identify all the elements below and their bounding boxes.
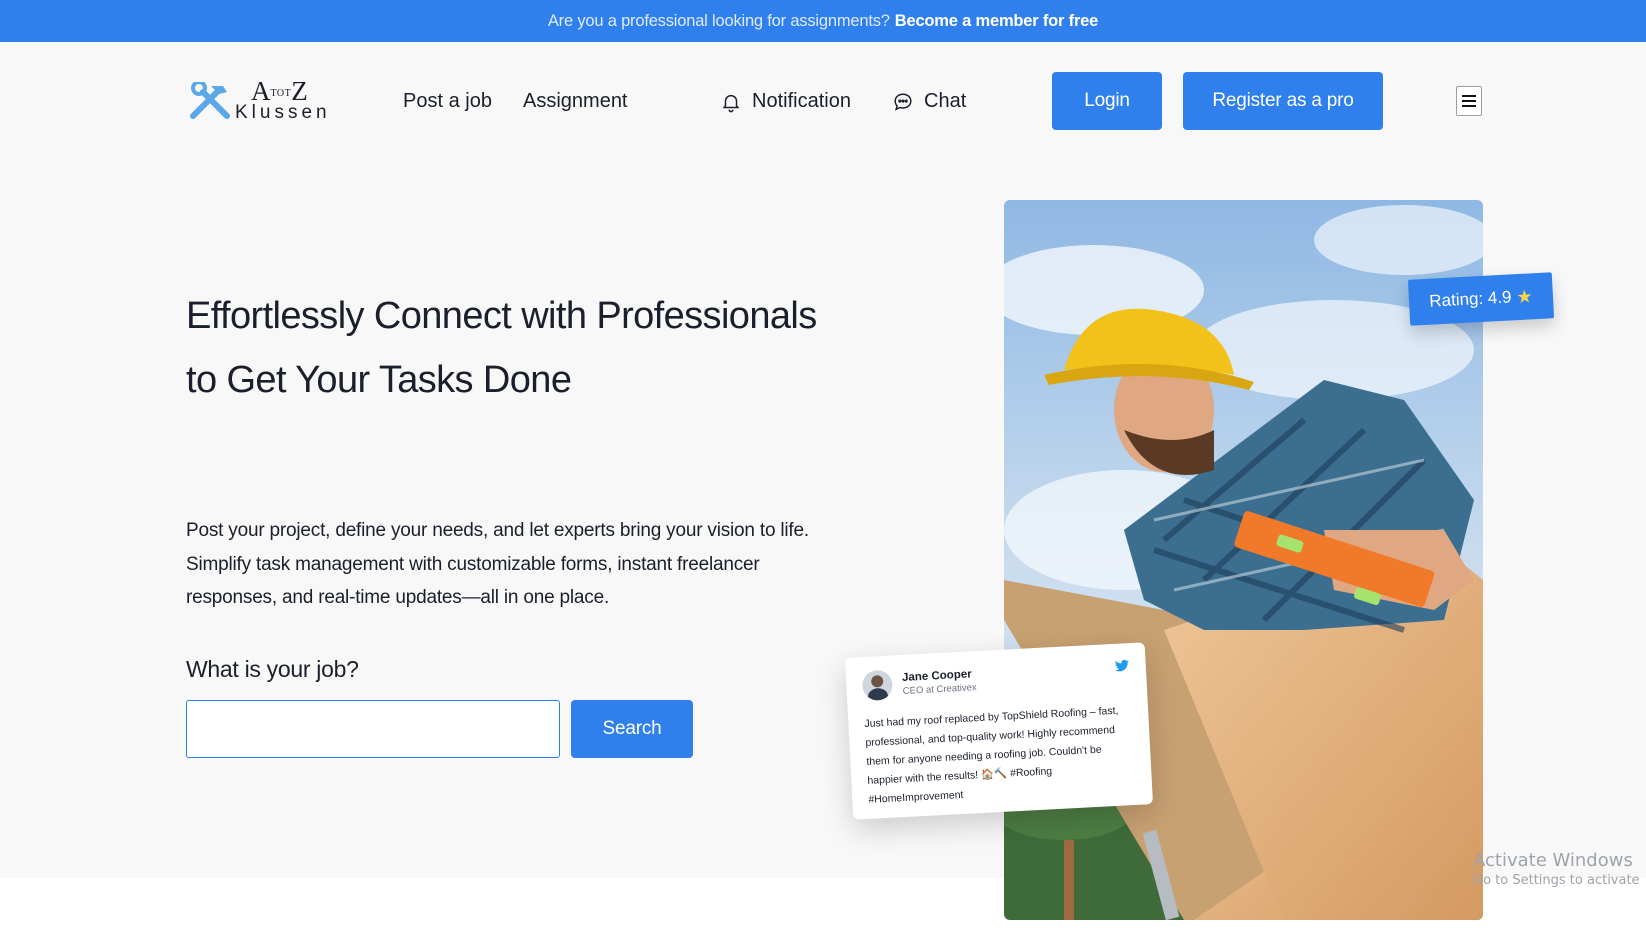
job-search-input[interactable] bbox=[186, 700, 560, 758]
watermark-line-1: Activate Windows bbox=[1473, 850, 1633, 871]
hammer-wrench-icon bbox=[190, 82, 230, 119]
nav-assignment[interactable]: Assignment bbox=[523, 90, 628, 113]
nav-notification-label: Notification bbox=[752, 90, 851, 112]
menu-line-icon bbox=[1462, 105, 1476, 107]
rating-badge: Rating: 4.9 ★ bbox=[1407, 272, 1555, 326]
hero-description: Post your project, define your needs, an… bbox=[186, 520, 809, 608]
nav-post-a-job[interactable]: Post a job bbox=[403, 90, 492, 113]
announcement-text: Are you a professional looking for assig… bbox=[547, 11, 890, 30]
menu-line-icon bbox=[1462, 100, 1476, 102]
logo-tot: TOT bbox=[270, 87, 292, 99]
menu-line-icon bbox=[1462, 95, 1476, 97]
star-icon: ★ bbox=[1515, 285, 1534, 307]
main-navigation: ATOTZ Klussen Post a job Assignment Noti… bbox=[0, 42, 1646, 160]
bell-icon bbox=[722, 94, 740, 112]
watermark-line-2: Go to Settings to activate bbox=[1473, 873, 1640, 888]
hero-title: Effortlessly Connect with Professionals … bbox=[186, 295, 817, 401]
register-as-pro-button[interactable]: Register as a pro bbox=[1183, 72, 1383, 130]
search-button[interactable]: Search bbox=[571, 700, 693, 758]
logo-word: Klussen bbox=[235, 102, 331, 123]
twitter-bird-icon bbox=[1115, 659, 1129, 672]
avatar bbox=[861, 669, 894, 702]
testimonial-card: Jane Cooper CEO at Creativex Just had my… bbox=[844, 642, 1154, 820]
hamburger-menu-button[interactable] bbox=[1456, 86, 1482, 116]
rating-text: Rating: 4.9 bbox=[1428, 287, 1512, 311]
testimonial-text: Just had my roof replaced by TopShield R… bbox=[864, 704, 1119, 806]
chat-bubble-icon bbox=[894, 92, 912, 111]
job-search-label: What is your job? bbox=[186, 656, 359, 682]
nav-chat[interactable]: Chat bbox=[892, 90, 966, 113]
windows-activation-watermark: Activate Windows Go to Settings to activ… bbox=[1473, 850, 1640, 888]
testimonial-role: CEO at Creativex bbox=[902, 681, 977, 697]
nav-notification[interactable]: Notification bbox=[720, 90, 851, 113]
testimonial-author: Jane Cooper bbox=[901, 667, 972, 684]
nav-chat-label: Chat bbox=[924, 90, 967, 112]
become-member-link[interactable]: Become a member for free bbox=[895, 12, 1099, 31]
logo[interactable]: ATOTZ Klussen bbox=[187, 78, 327, 128]
login-button[interactable]: Login bbox=[1052, 72, 1162, 130]
announcement-bar: Are you a professional looking for assig… bbox=[0, 0, 1646, 42]
